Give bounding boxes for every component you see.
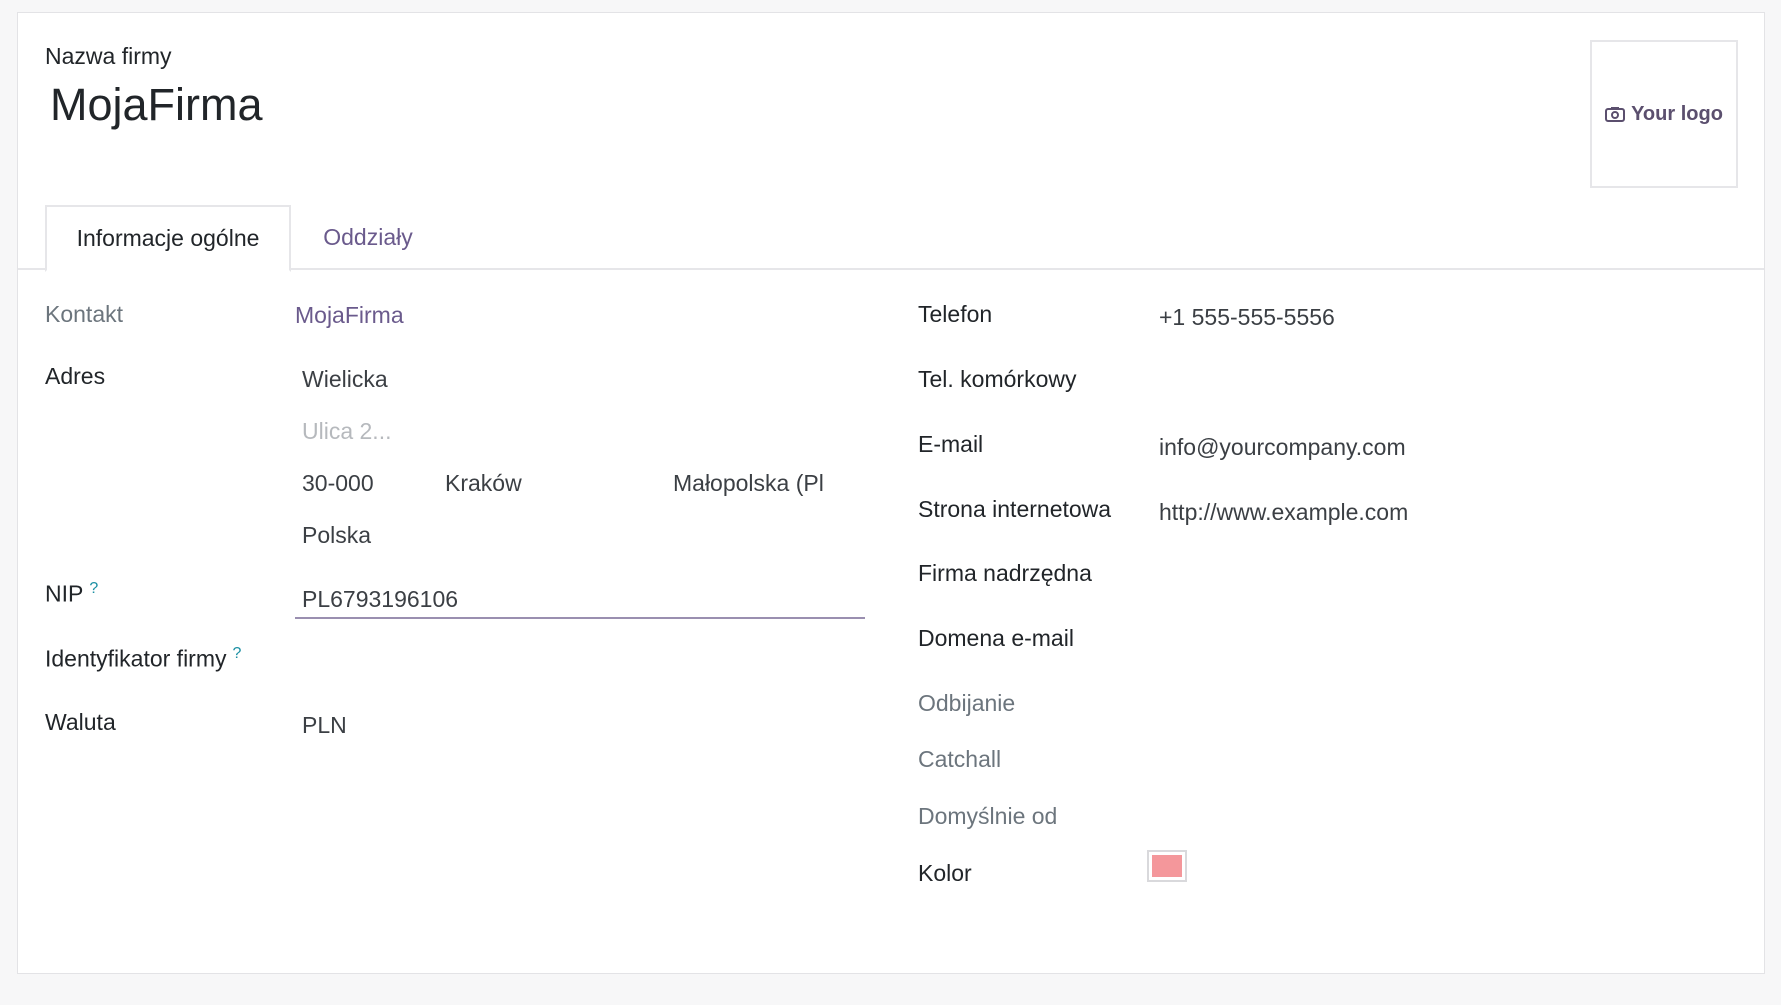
- company-name-field[interactable]: MojaFirma: [50, 79, 263, 131]
- website-label: Strona internetowa: [918, 496, 1112, 522]
- default-from-label: Domyślnie od: [918, 803, 1058, 829]
- company-name-label: Nazwa firmy: [45, 43, 172, 69]
- website-field[interactable]: http://www.example.com: [1159, 499, 1408, 526]
- city-field[interactable]: Kraków: [445, 470, 522, 497]
- camera-icon: [1605, 107, 1626, 122]
- logo-upload[interactable]: Your logo: [1590, 40, 1738, 188]
- contact-label: Kontakt: [45, 301, 123, 327]
- bounce-label: Odbijanie: [918, 690, 1016, 716]
- company-id-label-text: Identyfikator firmy: [45, 645, 227, 672]
- nip-label: NIP?: [45, 580, 98, 608]
- email-domain-label: Domena e-mail: [918, 625, 1074, 651]
- currency-field[interactable]: PLN: [302, 712, 347, 739]
- tab-branches[interactable]: Oddziały: [298, 205, 438, 270]
- currency-label: Waluta: [45, 709, 116, 735]
- email-field[interactable]: info@yourcompany.com: [1159, 434, 1406, 461]
- tab-bar: Informacje ogólne Oddziały: [18, 205, 1764, 272]
- nip-help-icon[interactable]: ?: [89, 580, 98, 597]
- street-field[interactable]: Wielicka: [302, 366, 388, 393]
- country-field[interactable]: Polska: [302, 522, 371, 549]
- tab-general-info[interactable]: Informacje ogólne: [45, 205, 291, 272]
- parent-company-label: Firma nadrzędna: [918, 560, 1092, 586]
- street2-field[interactable]: Ulica 2...: [302, 418, 391, 445]
- mobile-label: Tel. komórkowy: [918, 366, 1077, 392]
- catchall-label: Catchall: [918, 746, 1002, 772]
- color-swatch[interactable]: [1147, 850, 1187, 882]
- state-field[interactable]: Małopolska (Pl: [673, 470, 827, 497]
- address-label: Adres: [45, 363, 106, 389]
- phone-label: Telefon: [918, 301, 993, 327]
- zip-field[interactable]: 30-000: [302, 470, 374, 497]
- email-label: E-mail: [918, 431, 984, 457]
- company-id-help-icon[interactable]: ?: [233, 645, 242, 662]
- contact-link[interactable]: MojaFirma: [295, 302, 404, 329]
- color-swatch-fill: [1152, 855, 1182, 877]
- company-form-sheet: Nazwa firmy MojaFirma Your logo Informac…: [17, 12, 1765, 974]
- nip-label-text: NIP: [45, 580, 84, 607]
- nip-input[interactable]: [295, 581, 865, 619]
- phone-field[interactable]: +1 555-555-5556: [1159, 304, 1335, 331]
- color-label: Kolor: [918, 860, 972, 886]
- logo-label: Your logo: [1631, 102, 1723, 125]
- company-id-label: Identyfikator firmy?: [45, 645, 241, 673]
